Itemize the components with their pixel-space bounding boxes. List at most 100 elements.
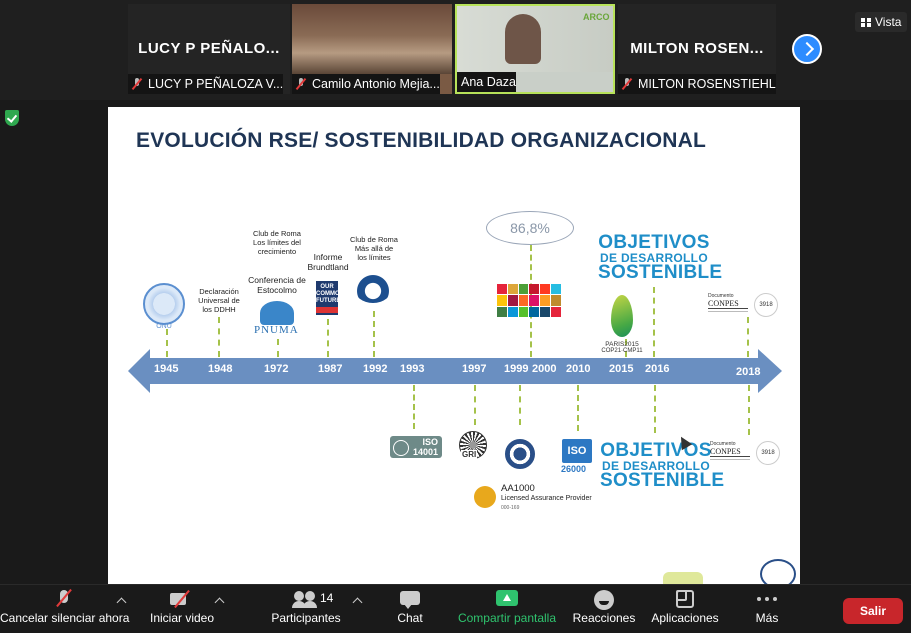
participant-tile-camilo[interactable]: Camilo Antonio Mejia... <box>292 4 452 94</box>
pnuma-caption: PNUMA <box>254 324 299 336</box>
aa1000-code: 000-169 <box>501 505 520 511</box>
participant-display-name: LUCY P PEÑALO... <box>138 40 280 57</box>
sdg-icons-grid <box>497 284 561 317</box>
ddhh-note: Declaración Universal de los DDHH <box>198 287 240 314</box>
participant-strip: LUCY P PEÑALO... LUCY P PEÑALOZA V... Ca… <box>0 0 911 100</box>
timeline-connector <box>413 385 415 429</box>
paris-2015-leaf-logo <box>611 295 633 337</box>
timeline-connector <box>653 287 655 357</box>
video-feed <box>292 4 452 74</box>
chevron-up-icon[interactable] <box>352 597 363 608</box>
start-video-button[interactable]: Iniciar video <box>142 585 222 633</box>
chat-label: Chat <box>397 611 423 625</box>
timeline-year: 1945 <box>154 363 179 375</box>
paris-sub: COP21·CMP11 <box>601 348 643 354</box>
ocf-bar <box>316 307 338 313</box>
leave-meeting-button[interactable]: Salir <box>843 598 903 624</box>
participant-tile-lucy[interactable]: LUCY P PEÑALO... LUCY P PEÑALOZA V... <box>128 4 290 94</box>
iso-14001-logo: ISO 14001 <box>390 436 442 458</box>
arco-badge: ARCO <box>583 12 610 22</box>
apps-icon <box>648 585 722 611</box>
paris-title: PARIS2015 <box>605 341 639 348</box>
un-logo <box>143 283 185 325</box>
video-off-icon <box>142 585 222 611</box>
ods-logo-bottom: OBJETIVOS DE DESARROLLO SOSTENIBLE <box>600 440 725 491</box>
aa1000-sub: Licensed Assurance Provider <box>501 495 592 502</box>
share-screen-button[interactable]: Compartir pantalla <box>453 585 561 633</box>
ods-line: SOSTENIBLE <box>600 470 725 491</box>
ods-logo-top: OBJETIVOS DE DESARROLLO SOSTENIBLE <box>598 233 723 283</box>
iso-26000-number: 26000 <box>561 464 587 474</box>
apps-button[interactable]: Aplicaciones <box>648 585 722 633</box>
participant-label-text: Ana Daza <box>461 75 516 89</box>
timeline-year: 1972 <box>264 363 289 375</box>
timeline-year: 1992 <box>363 363 388 375</box>
paris-2015-caption: PARIS2015 COP21·CMP11 <box>598 341 646 355</box>
conpes-name: CONPES <box>710 447 750 457</box>
mic-muted-icon <box>296 78 306 90</box>
timeline-connector <box>747 317 749 357</box>
timeline-year: 1997 <box>462 363 487 375</box>
onu-caption: ONU <box>156 323 172 330</box>
gri-caption: GRI <box>461 450 478 459</box>
aa1000-logo <box>474 486 496 508</box>
more-dots-icon <box>748 585 786 611</box>
encryption-shield-icon[interactable] <box>5 110 19 126</box>
timeline-connector <box>654 385 656 433</box>
share-screen-label: Compartir pantalla <box>457 611 557 625</box>
pnuma-logo <box>260 301 294 325</box>
timeline-connector <box>519 385 521 425</box>
timeline-year: 2018 <box>736 366 761 378</box>
participant-tile-milton[interactable]: MILTON ROSEN... MILTON ROSENSTIEHL <box>618 4 776 94</box>
participants-count: 14 <box>320 591 334 605</box>
timeline-connector <box>373 311 375 357</box>
participants-button[interactable]: Participantes <box>266 585 346 633</box>
chat-icon <box>386 585 434 611</box>
iso-26000-logo: ISO <box>562 439 592 463</box>
ods-line: SOSTENIBLE <box>598 262 723 283</box>
brundtland-note: Informe Brundtland <box>307 252 349 272</box>
ods-line: OBJETIVOS <box>600 440 712 461</box>
participant-label: Camilo Antonio Mejia... <box>292 74 440 94</box>
timeline-year: 1987 <box>318 363 343 375</box>
timeline-year: 1999 <box>504 363 529 375</box>
timeline-connector <box>218 317 220 357</box>
apps-label: Aplicaciones <box>651 611 719 625</box>
club-roma-2-note: Club de Roma Más allá de los límites <box>350 235 398 262</box>
reactions-label: Reacciones <box>572 611 636 625</box>
aa1000-caption: AA1000 Licensed Assurance Provider 000-1… <box>501 484 592 513</box>
participant-tile-ana-active[interactable]: ARCO Ana Daza <box>455 4 615 94</box>
chat-button[interactable]: Chat <box>386 585 434 633</box>
conpes-document-bottom: Documento CONPES 3918 <box>710 441 780 465</box>
slide-title: EVOLUCIÓN RSE/ SOSTENIBILIDAD ORGANIZACI… <box>136 129 706 152</box>
timeline-connector <box>327 319 329 357</box>
participant-display-name: MILTON ROSEN... <box>630 40 764 57</box>
conpes-name: CONPES <box>708 299 748 309</box>
more-button[interactable]: Más <box>748 585 786 633</box>
view-button[interactable]: Vista <box>855 12 908 32</box>
ocf-text: OUR <box>320 284 334 290</box>
ocf-text: FUTURE <box>316 298 341 304</box>
timeline-connector <box>577 385 579 431</box>
mic-muted-icon <box>132 78 142 90</box>
ocf-text: COMMON <box>316 291 344 297</box>
microphone-muted-icon <box>0 585 128 611</box>
percentage-callout: 86,8% <box>486 211 574 245</box>
reactions-button[interactable]: Reacciones <box>570 585 638 633</box>
emoji-icon <box>570 585 638 611</box>
mute-button[interactable]: Cancelar silenciar ahora <box>0 585 129 633</box>
participant-label: LUCY P PEÑALOZA V... <box>128 74 284 94</box>
participants-icon <box>266 585 346 611</box>
share-screen-icon <box>453 585 561 611</box>
more-label: Más <box>755 611 779 625</box>
timeline-year: 1948 <box>208 363 233 375</box>
timeline-year: 2015 <box>609 363 634 375</box>
timeline-year: 2016 <box>645 363 670 375</box>
partial-logo-green <box>663 572 703 584</box>
conpes-number: 3918 <box>756 441 780 465</box>
iso-number: 14001 <box>412 447 438 457</box>
meeting-toolbar: Cancelar silenciar ahora Iniciar video P… <box>0 584 911 633</box>
next-participants-button[interactable] <box>792 34 822 64</box>
partial-global-compact-logo <box>760 559 796 584</box>
club-roma-note: Club de Roma Los límites del crecimiento <box>253 229 301 256</box>
